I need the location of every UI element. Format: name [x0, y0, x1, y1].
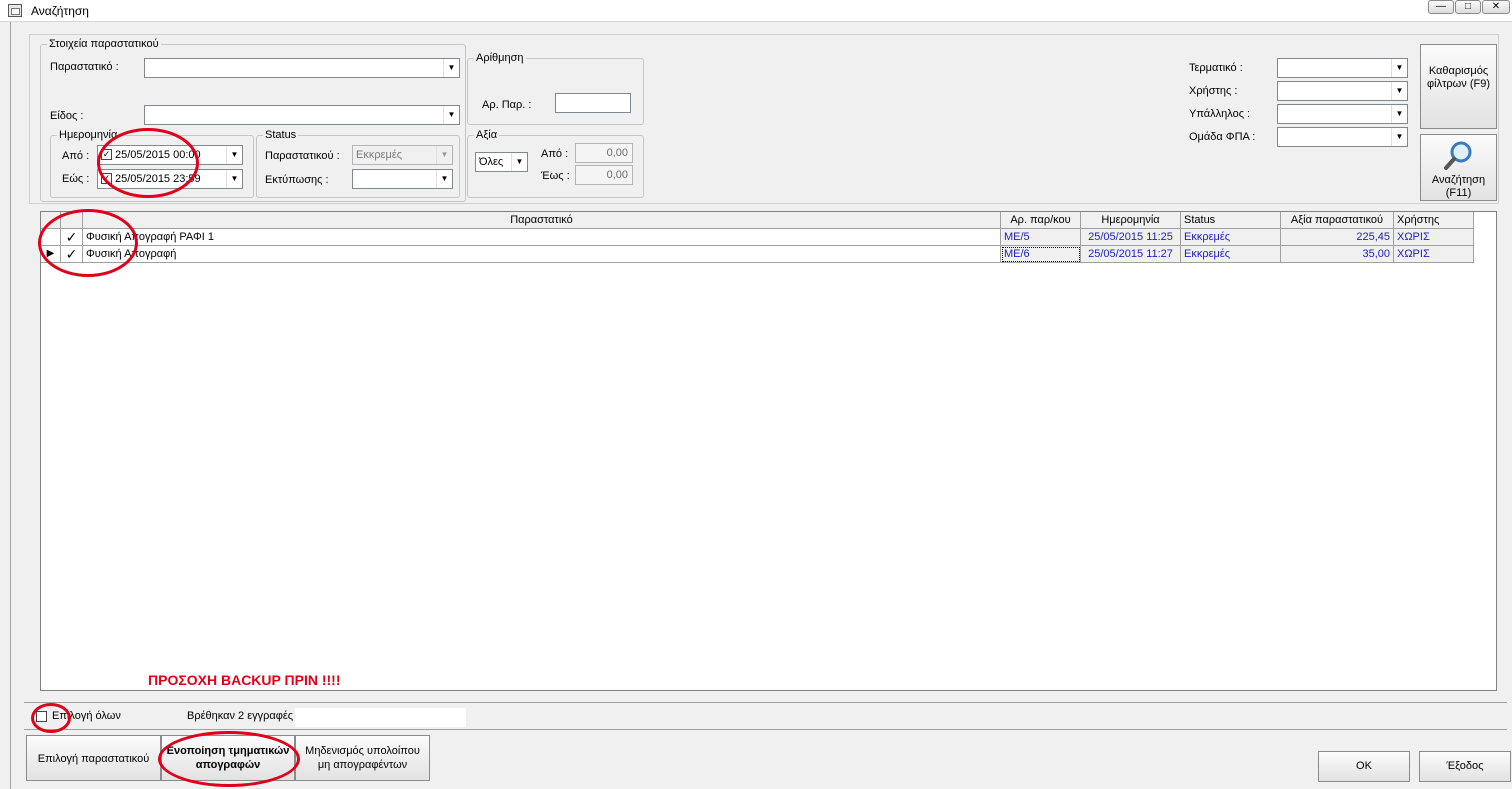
documents-grid[interactable]: Παραστατικό Αρ. παρ/κου Ημερομηνία Statu… — [40, 211, 1497, 691]
numbering-group: Αρίθμηση — [467, 52, 644, 125]
select-all-checkbox[interactable] — [36, 711, 47, 722]
records-found-text: Βρέθηκαν 2 εγγραφές — [187, 710, 294, 722]
value-legend: Αξία — [476, 129, 498, 141]
current-row-arrow-icon[interactable]: ▶ — [41, 246, 61, 263]
chevron-down-icon: ▼ — [1391, 105, 1407, 123]
table-cell-status[interactable]: Εκκρεμές — [1181, 229, 1281, 246]
date-to-picker[interactable]: ✓ 25/05/2015 23:59 ▼ — [97, 169, 243, 189]
table-cell-user[interactable]: ΧΩΡΙΣ — [1394, 246, 1474, 263]
search-button-label: Αναζήτηση (F11) — [1431, 174, 1486, 199]
minimize-button[interactable]: — — [1428, 0, 1454, 14]
doc-number-input[interactable] — [555, 93, 631, 113]
search-button[interactable]: Αναζήτηση (F11) — [1420, 134, 1497, 201]
column-header[interactable]: Αξία παραστατικού — [1281, 212, 1394, 229]
value-mode-select[interactable]: Όλες ▼ — [475, 152, 528, 172]
table-cell-date[interactable]: 25/05/2015 11:25 — [1081, 229, 1181, 246]
window-icon — [8, 4, 22, 17]
select-document-button[interactable]: Επιλογή παραστατικού — [26, 735, 161, 781]
doc-number-label: Αρ. Παρ. : — [482, 99, 532, 111]
merge-inventories-button[interactable]: Ενοποίηση τμηματικών απογραφών — [161, 735, 295, 781]
terminal-label: Τερματικό : — [1189, 62, 1243, 74]
column-header[interactable]: Χρήστης — [1394, 212, 1474, 229]
date-from-picker[interactable]: ✓ 25/05/2015 00:00 ▼ — [97, 145, 243, 165]
records-found-box — [295, 708, 466, 727]
chevron-down-icon: ▼ — [436, 170, 452, 188]
vat-group-select[interactable]: ▼ — [1277, 127, 1408, 147]
exit-button[interactable]: Έξοδος — [1419, 751, 1511, 782]
status-print-select[interactable]: ▼ — [352, 169, 453, 189]
vat-group-label: Ομάδα ΦΠΑ : — [1189, 131, 1256, 143]
table-cell-number[interactable]: ΜΕ/5 — [1001, 229, 1081, 246]
kind-label: Είδος : — [50, 110, 84, 122]
row-indicator[interactable] — [41, 229, 61, 246]
zero-balance-button[interactable]: Μηδενισμός υπολοίπου μη απογραφέντων — [295, 735, 430, 781]
table-cell-value[interactable]: 35,00 — [1281, 246, 1394, 263]
check-column-header — [61, 212, 83, 229]
ok-button[interactable]: OK — [1318, 751, 1410, 782]
table-cell-status[interactable]: Εκκρεμές — [1181, 246, 1281, 263]
chevron-down-icon: ▼ — [443, 106, 459, 124]
date-from-label: Από : — [62, 150, 90, 162]
document-label: Παραστατικό : — [50, 61, 119, 73]
user-select[interactable]: ▼ — [1277, 81, 1408, 101]
column-header[interactable]: Παραστατικό — [83, 212, 1001, 229]
title-bar: Αναζήτηση — □ ✕ — [0, 0, 1512, 22]
terminal-select[interactable]: ▼ — [1277, 58, 1408, 78]
status-legend: Status — [265, 129, 297, 141]
magnifier-icon — [1444, 141, 1472, 170]
row-indicator-header — [41, 212, 61, 229]
select-all-label: Επιλογή όλων — [52, 710, 121, 722]
window-title: Αναζήτηση — [31, 4, 89, 18]
employee-label: Υπάλληλος : — [1189, 108, 1251, 120]
document-details-legend: Στοιχεία παραστατικού — [49, 38, 159, 50]
row-checkbox[interactable]: ✓ — [61, 246, 83, 263]
value-from-input[interactable]: 0,00 — [575, 143, 633, 163]
table-cell-number[interactable]: ΜΕ/6 — [1001, 246, 1081, 263]
column-header[interactable]: Status — [1181, 212, 1281, 229]
date-from-checkbox[interactable]: ✓ — [101, 149, 112, 160]
status-print-label: Εκτύπωσης : — [265, 174, 329, 186]
column-header[interactable]: Αρ. παρ/κου — [1001, 212, 1081, 229]
backup-warning: ΠΡΟΣΟΧΗ BACKUP ΠΡΙΝ !!!! — [148, 672, 341, 688]
date-to-checkbox[interactable]: ✓ — [101, 173, 112, 184]
value-to-label: Έως : — [541, 170, 570, 182]
table-cell-user[interactable]: ΧΩΡΙΣ — [1394, 229, 1474, 246]
status-document-label: Παραστατικού : — [265, 150, 340, 162]
employee-select[interactable]: ▼ — [1277, 104, 1408, 124]
chevron-down-icon: ▼ — [1391, 128, 1407, 146]
document-select[interactable]: ▼ — [144, 58, 460, 78]
chevron-down-icon: ▼ — [1391, 59, 1407, 77]
row-checkbox[interactable]: ✓ — [61, 229, 83, 246]
chevron-down-icon: ▼ — [226, 146, 242, 164]
value-to-input[interactable]: 0,00 — [575, 165, 633, 185]
value-from-label: Από : — [541, 148, 569, 160]
table-cell-date[interactable]: 25/05/2015 11:27 — [1081, 246, 1181, 263]
user-label: Χρήστης : — [1189, 85, 1238, 97]
chevron-down-icon: ▼ — [511, 153, 527, 171]
kind-select[interactable]: ▼ — [144, 105, 460, 125]
maximize-button[interactable]: □ — [1455, 0, 1481, 14]
chevron-down-icon: ▼ — [1391, 82, 1407, 100]
chevron-down-icon: ▼ — [443, 59, 459, 77]
chevron-down-icon: ▼ — [436, 146, 452, 164]
date-to-label: Εώς : — [62, 173, 90, 185]
chevron-down-icon: ▼ — [226, 170, 242, 188]
close-button[interactable]: ✕ — [1482, 0, 1510, 14]
table-cell-value[interactable]: 225,45 — [1281, 229, 1394, 246]
numbering-legend: Αρίθμηση — [476, 52, 524, 64]
date-legend: Ημερομηνία — [59, 129, 118, 141]
status-document-select[interactable]: Εκκρεμές ▼ — [352, 145, 453, 165]
clear-filters-button[interactable]: Καθαρισμός φίλτρων (F9) — [1420, 44, 1497, 129]
table-cell-document[interactable]: Φυσική Απογραφή — [83, 246, 1001, 263]
column-header[interactable]: Ημερομηνία — [1081, 212, 1181, 229]
table-cell-document[interactable]: Φυσική Απογραφή ΡΑΦΙ 1 — [83, 229, 1001, 246]
